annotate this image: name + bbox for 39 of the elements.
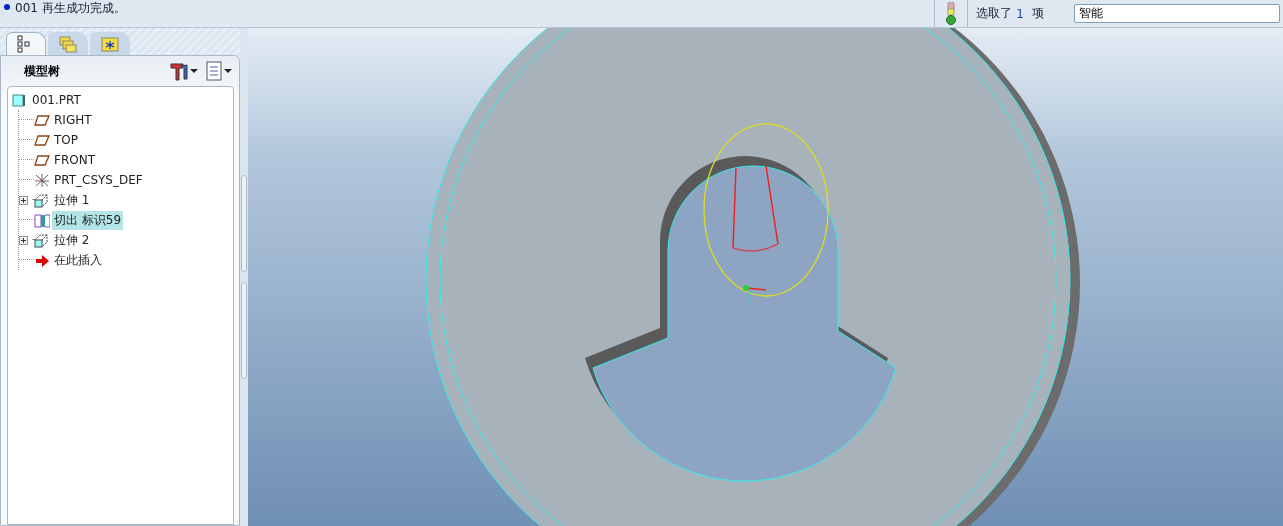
tree-item[interactable]: PRT_CSYS_DEF — [52, 172, 145, 188]
bullet-icon — [4, 4, 10, 10]
plane-icon — [34, 152, 50, 168]
tree-item[interactable]: 切出 标识59 — [52, 210, 124, 230]
cut-icon — [34, 212, 50, 228]
tree-item[interactable]: 001.PRT — [30, 92, 83, 108]
expand-toggle[interactable] — [19, 235, 28, 245]
panel-title: 模型树 — [24, 62, 61, 80]
filter-field[interactable]: 智能 — [1074, 4, 1280, 23]
tree-item[interactable]: 在此插入 — [52, 250, 104, 270]
tree-item[interactable]: 拉伸 1 — [52, 190, 92, 210]
caret-icon — [224, 69, 232, 73]
selection-label: 选取了 — [975, 5, 1014, 22]
tree-item[interactable]: 拉伸 2 — [52, 230, 92, 250]
traffic-light-icon — [945, 2, 958, 25]
coordinate-system-icon — [34, 172, 50, 188]
settings-button[interactable] — [168, 61, 200, 81]
tree-item[interactable]: FRONT — [52, 152, 97, 168]
selection-count: 1 — [1016, 6, 1024, 21]
navigator-tab[interactable] — [6, 32, 46, 55]
extrude-icon — [34, 232, 50, 248]
splitter-handle[interactable] — [241, 282, 247, 379]
arrow-icon — [34, 252, 50, 268]
plane-icon — [34, 112, 50, 128]
part-icon — [12, 92, 28, 108]
tree-item[interactable]: TOP — [52, 132, 80, 148]
splitter-handle[interactable] — [241, 175, 247, 272]
extrude-icon — [34, 192, 50, 208]
navigator-tab[interactable] — [90, 32, 130, 55]
show-button[interactable] — [204, 61, 234, 81]
tree-item[interactable]: RIGHT — [52, 112, 94, 128]
list-icon — [206, 61, 222, 81]
folders-icon — [59, 34, 77, 53]
status-message: 001 再生成功完成。 — [15, 0, 126, 17]
tools-icon — [170, 61, 188, 81]
expand-toggle[interactable] — [19, 195, 28, 205]
plane-icon — [34, 132, 50, 148]
selection-unit: 项 — [1031, 5, 1045, 22]
caret-icon — [190, 69, 198, 73]
